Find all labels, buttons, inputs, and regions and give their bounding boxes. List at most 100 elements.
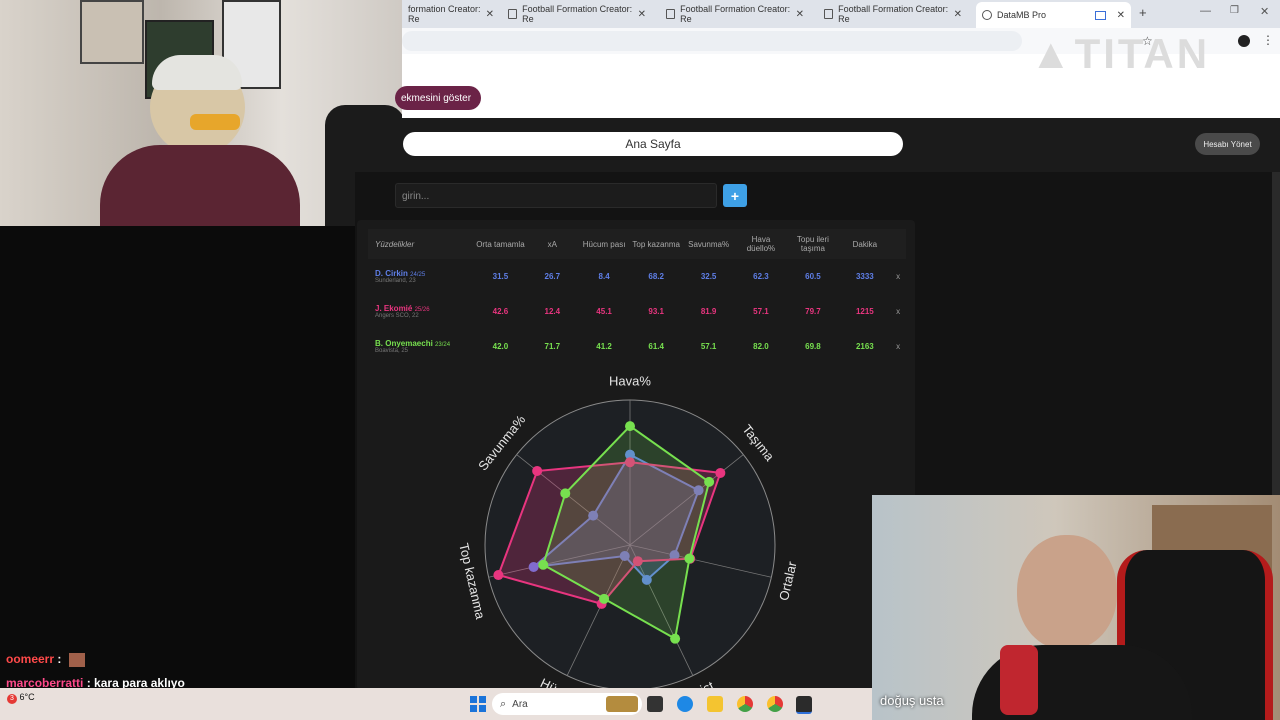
person-sweater (100, 145, 300, 226)
browser-tab-bar: formation Creator: Re ✕ Football Formati… (402, 0, 1280, 28)
table-cell: 82.0 (753, 342, 769, 351)
home-label: Ana Sayfa (625, 137, 681, 151)
table-header-row: Yüzdelikler Orta tamamla xA Hücum pası T… (368, 229, 906, 259)
close-tab-icon[interactable]: ✕ (796, 9, 804, 20)
player-name[interactable]: B. Onyemaechi (375, 339, 433, 348)
remove-player-button[interactable]: x (890, 259, 906, 294)
file-explorer-icon[interactable] (707, 696, 723, 712)
titan-logo-watermark: ▲TITAN (1030, 30, 1211, 77)
add-player-button[interactable]: + (723, 184, 747, 207)
table-cell: 42.0 (492, 342, 509, 351)
chat-overlay (0, 226, 355, 688)
column-header: Yüzdelikler (375, 239, 415, 249)
browser-tab-active[interactable]: DataMB Pro ✕ (976, 2, 1131, 28)
radar-data-point (670, 633, 681, 644)
player-cell: B. Onyemaechi 23/24 Boavista, 25 (368, 329, 474, 364)
url-field[interactable] (402, 31, 1022, 51)
chrome-profile-icon[interactable] (767, 696, 783, 712)
player-search-input[interactable]: girin... (395, 183, 717, 208)
page-favicon-icon (666, 9, 676, 19)
table-cell: 41.2 (596, 342, 612, 351)
player-club: Boavista, 25 (375, 348, 409, 354)
browser-tab[interactable]: Football Formation Creator: Re ✕ (502, 4, 652, 24)
radar-data-point (538, 559, 549, 570)
tab-title: formation Creator: Re (408, 4, 481, 24)
chrome-icon[interactable] (737, 696, 753, 712)
datamb-favicon-icon (982, 10, 992, 20)
percentile-table: Yüzdelikler Orta tamamla xA Hücum pası T… (368, 229, 906, 364)
search-highlight-icon[interactable] (606, 696, 638, 712)
new-tab-icon[interactable]: + (1139, 5, 1147, 20)
table-cell: 8.4 (598, 272, 610, 281)
column-header[interactable]: Top kazanma (631, 229, 682, 259)
table-cell: 1215 (855, 307, 874, 316)
table-cell: 69.8 (805, 342, 821, 351)
minimize-icon[interactable]: — (1200, 5, 1211, 17)
table-cell: 57.1 (753, 307, 769, 316)
table-cell: 71.7 (544, 342, 561, 351)
close-window-icon[interactable]: ✕ (1260, 5, 1269, 18)
column-header[interactable]: xA (527, 229, 578, 259)
radar-data-point (704, 476, 715, 487)
column-header[interactable]: Hava düello% (735, 229, 786, 259)
tab-split-icon[interactable] (1094, 10, 1106, 20)
radar-axis-label: Hava% (609, 375, 651, 388)
show-tabs-button[interactable]: ekmesini göster (395, 86, 482, 110)
chat-username: oomeerr (6, 652, 55, 666)
player-name[interactable]: J. Ekomié (375, 304, 412, 313)
radar-data-point (599, 593, 610, 604)
notification-badge: 3 (7, 694, 17, 704)
edge-browser-icon[interactable] (677, 696, 693, 712)
browser-tab[interactable]: Football Formation Creator: Re ✕ (660, 4, 810, 24)
close-tab-icon[interactable]: ✕ (954, 9, 962, 20)
weather-widget[interactable]: 3 6°C (7, 692, 35, 704)
windows-start-icon[interactable] (470, 696, 486, 712)
table-cell: 60.5 (805, 272, 821, 281)
browser-tab[interactable]: formation Creator: Re ✕ (402, 4, 500, 24)
menu-icon[interactable]: ⋮ (1262, 33, 1274, 47)
radar-data-point (715, 467, 726, 478)
player-name[interactable]: D. Cirkin (375, 269, 408, 278)
wall-frame (80, 0, 144, 64)
table-cell: 42.6 (492, 307, 509, 316)
close-tab-icon[interactable]: ✕ (1117, 10, 1125, 21)
table-cell: 31.5 (492, 272, 509, 281)
table-cell: 32.5 (700, 272, 717, 281)
column-header[interactable]: Savunma% (682, 229, 736, 259)
weather-temp: 6°C (19, 692, 35, 702)
remove-player-button[interactable]: x (890, 294, 906, 329)
table-cell: 3333 (855, 272, 874, 281)
app-taskbar-icon[interactable] (796, 696, 812, 714)
manage-account-label: Hesabı Yönet (1203, 139, 1252, 149)
table-cell: 26.7 (544, 272, 561, 281)
tab-title: Football Formation Creator: Re (522, 4, 633, 24)
add-icon: + (730, 187, 740, 204)
close-tab-icon[interactable]: ✕ (638, 9, 646, 20)
table-cell: 57.1 (700, 342, 717, 351)
radar-data-point (625, 421, 635, 432)
player-club: Sunderland, 23 (375, 278, 416, 284)
column-header[interactable]: Hücum pası (578, 229, 631, 259)
show-tabs-label: ekmesini göster (401, 92, 472, 104)
webcam-overlay-bottom-right (872, 495, 1280, 720)
table-row: B. Onyemaechi 23/24 Boavista, 25 42.0 71.7 4… (368, 329, 906, 364)
close-tab-icon[interactable]: ✕ (486, 9, 494, 20)
column-header[interactable]: Topu ileri taşıma (787, 229, 840, 259)
search-placeholder: girin... (402, 191, 430, 202)
search-icon: ⌕ (500, 697, 507, 710)
browser-tab[interactable]: Football Formation Creator: Re ✕ (818, 4, 968, 24)
tab-title: Football Formation Creator: Re (838, 4, 949, 24)
maximize-icon[interactable]: ❐ (1230, 5, 1239, 16)
column-header[interactable]: Dakika (839, 229, 890, 259)
page-favicon-icon (824, 9, 834, 19)
player-club: Angers SCO, 22 (375, 313, 419, 319)
column-header[interactable]: Orta tamamla (474, 229, 527, 259)
radar-axis-label: Top kazanma (456, 542, 488, 621)
home-button[interactable]: Ana Sayfa (403, 132, 903, 156)
task-view-icon[interactable] (647, 696, 663, 712)
manage-account-button[interactable]: Hesabı Yönet (1195, 133, 1260, 155)
table-row: J. Ekomié 25/26 Angers SCO, 22 42.6 12.4 45.… (368, 294, 906, 329)
table-cell: 62.3 (753, 272, 769, 281)
remove-player-button[interactable]: x (890, 329, 906, 364)
person-hair (152, 55, 242, 90)
